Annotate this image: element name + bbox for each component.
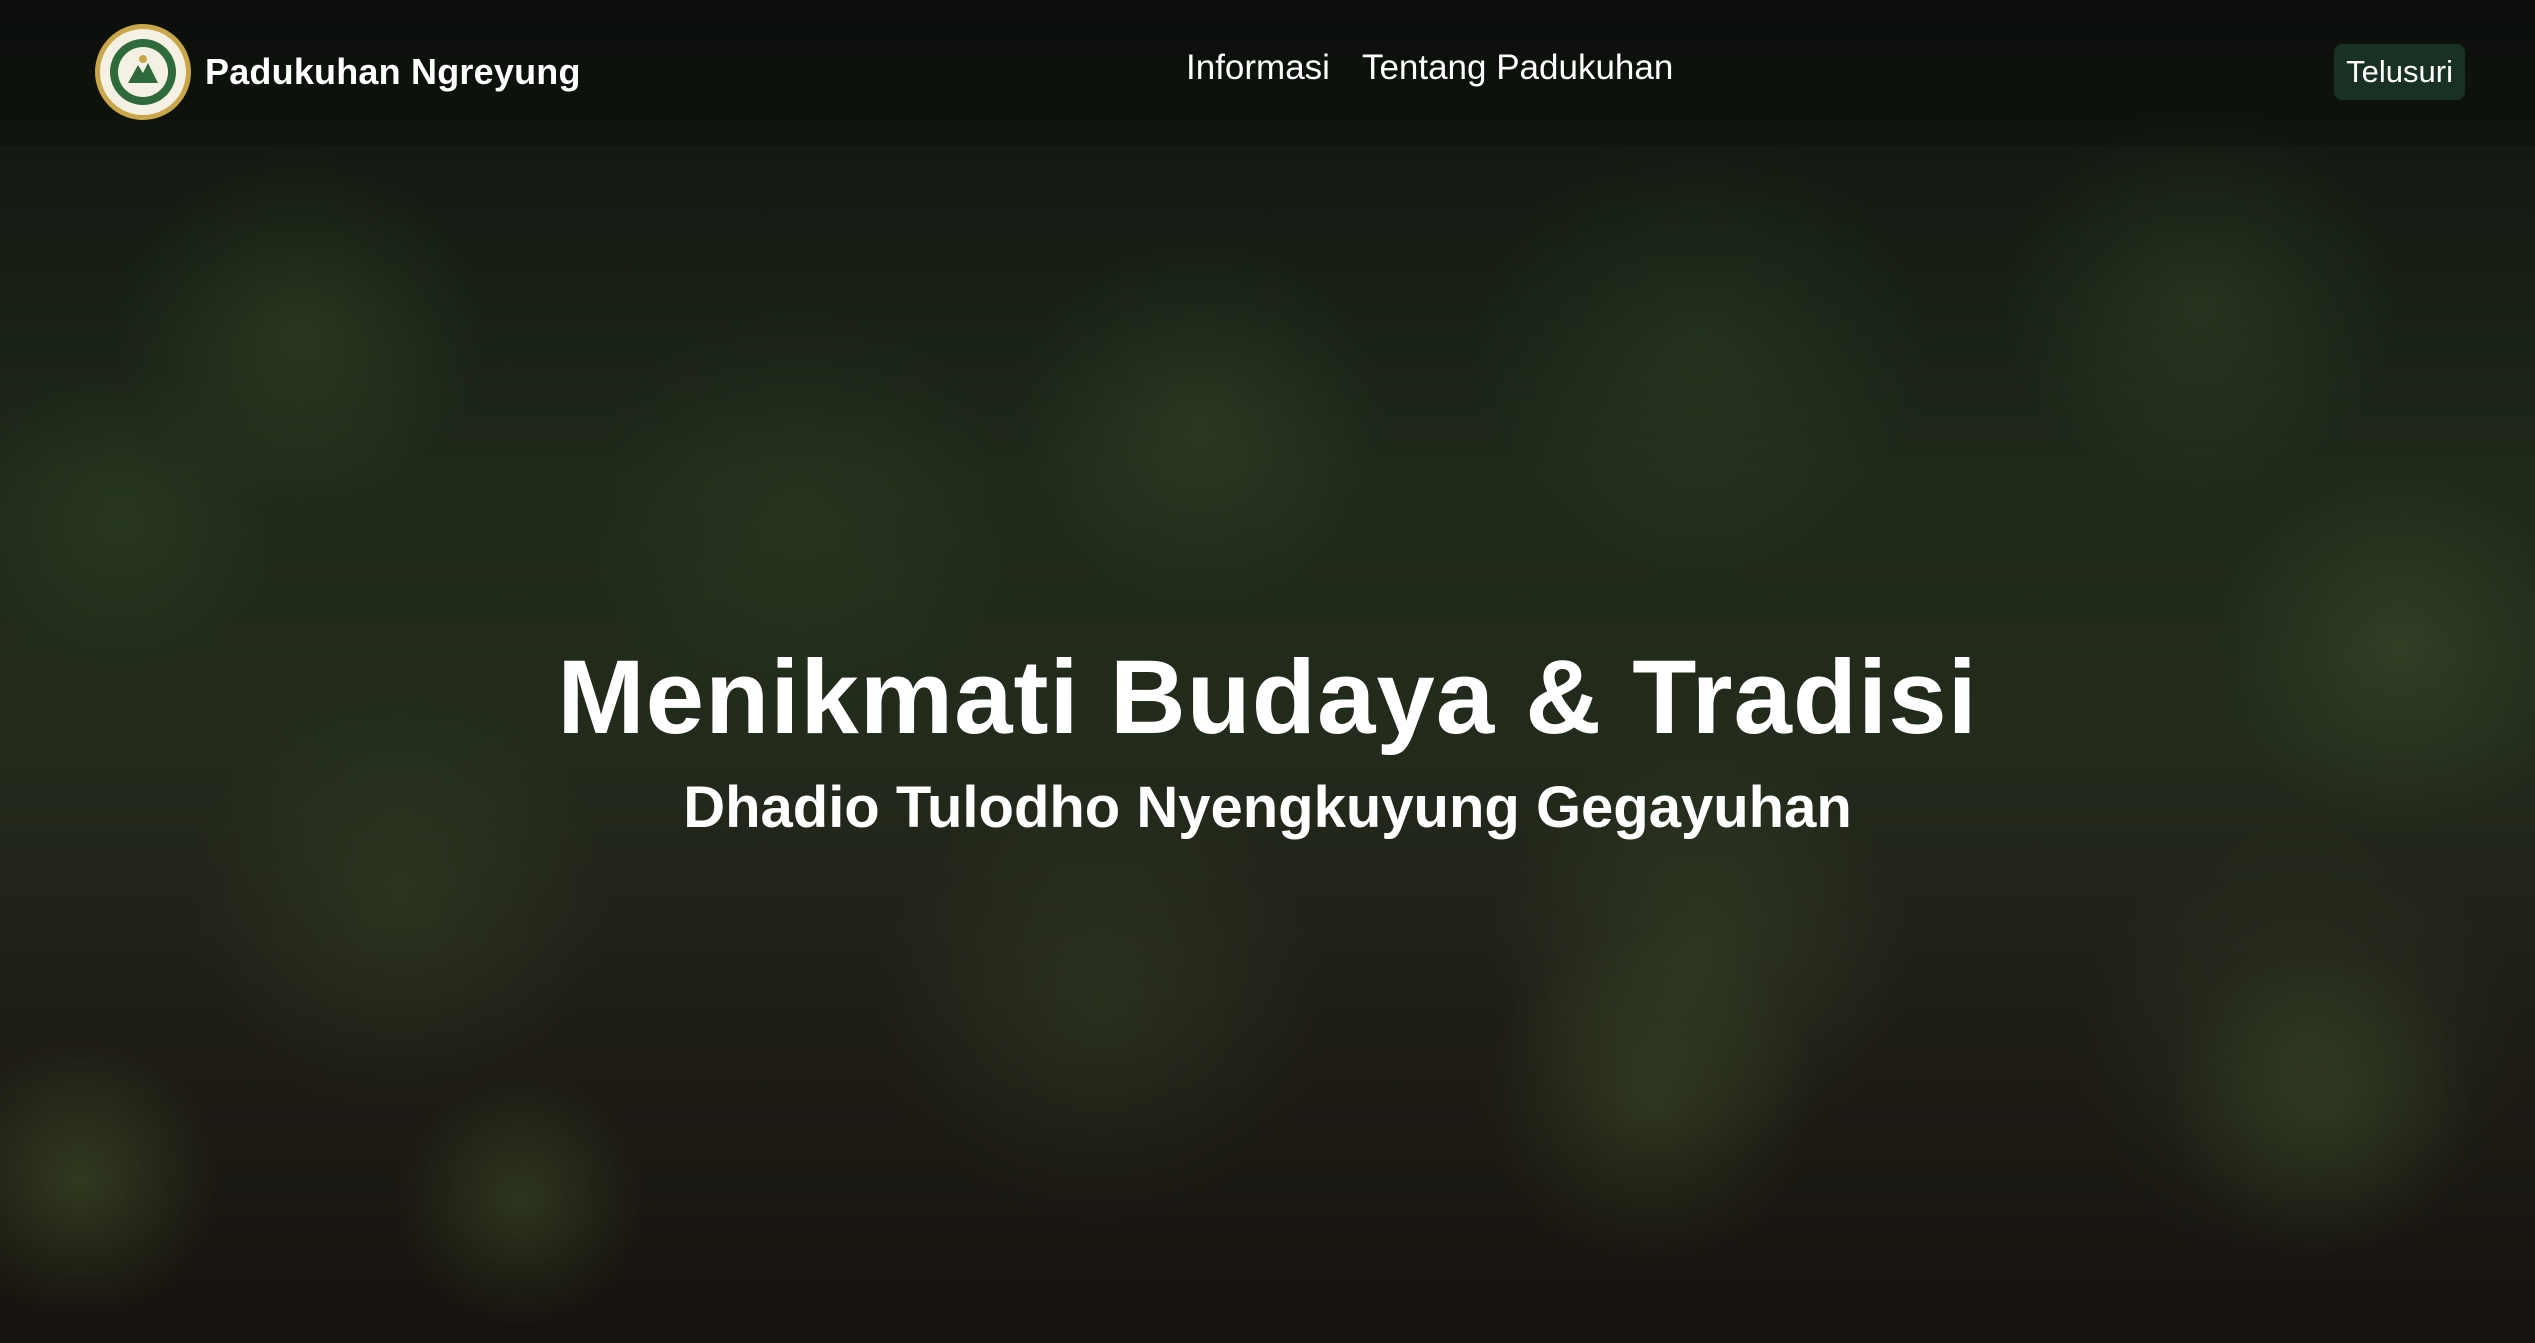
telusuri-button[interactable]: Telusuri: [2334, 44, 2465, 100]
hero-section: Padukuhan Ngreyung Informasi Tentang Pad…: [0, 0, 2535, 1343]
hero-title: Menikmati Budaya & Tradisi: [557, 639, 1978, 756]
nav-item-tentang-padukuhan[interactable]: Tentang Padukuhan: [1362, 48, 1673, 88]
hero-content: Menikmati Budaya & Tradisi Dhadio Tulodh…: [0, 628, 2535, 848]
village-emblem-icon: [95, 24, 191, 120]
navbar: Padukuhan Ngreyung Informasi Tentang Pad…: [0, 0, 2535, 146]
nav-links: Informasi Tentang Padukuhan: [1186, 48, 1673, 88]
brand-name: Padukuhan Ngreyung: [205, 51, 581, 92]
hero-subtitle: Dhadio Tulodho Nyengkuyung Gegayuhan: [683, 775, 1852, 840]
nav-item-informasi[interactable]: Informasi: [1186, 48, 1330, 88]
brand-link[interactable]: Padukuhan Ngreyung: [95, 24, 581, 120]
